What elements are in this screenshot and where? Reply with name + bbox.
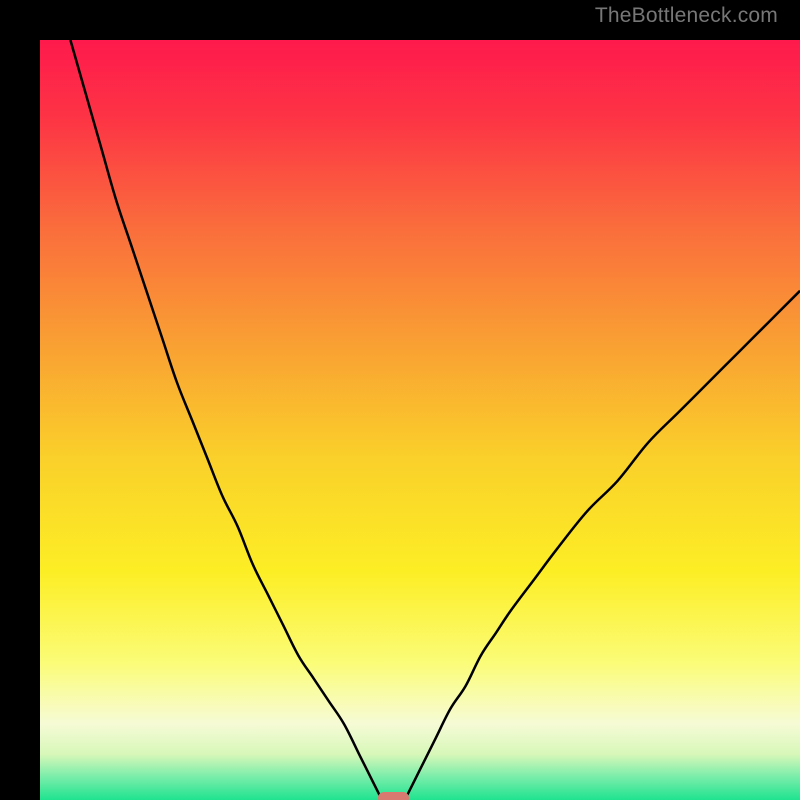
chart-frame xyxy=(20,20,780,780)
bottleneck-curve xyxy=(40,40,800,800)
watermark-text: TheBottleneck.com xyxy=(595,4,778,28)
optimal-marker xyxy=(378,792,408,800)
plot-area xyxy=(40,40,800,800)
